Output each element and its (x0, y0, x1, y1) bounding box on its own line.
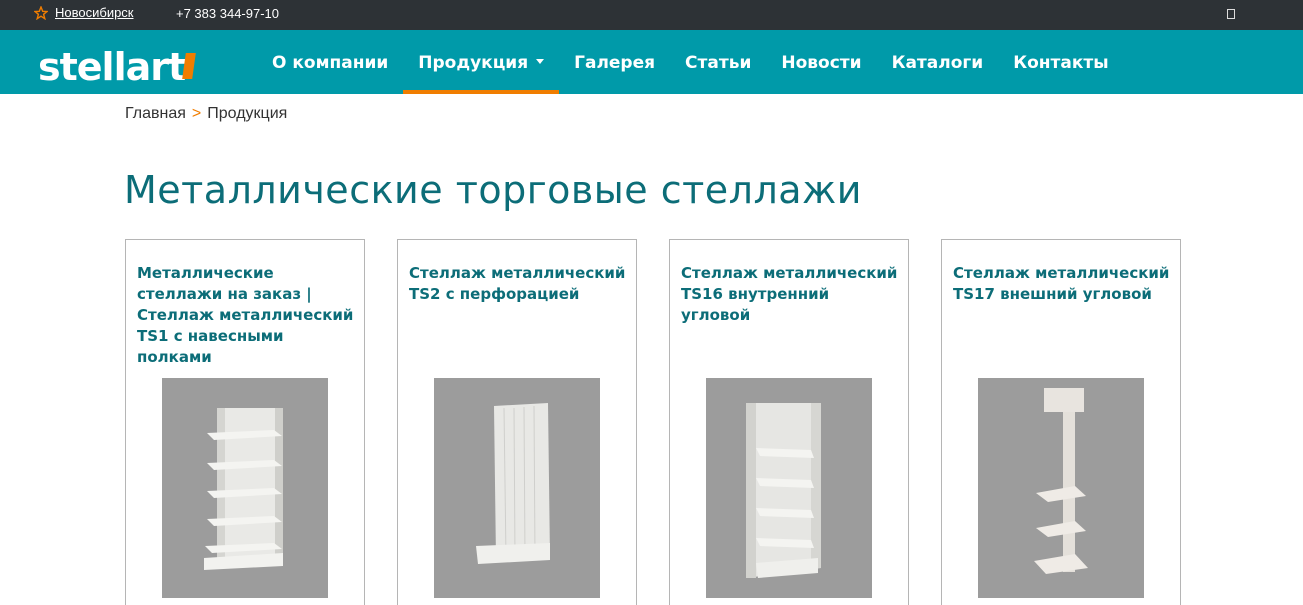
nav-item-label: Контакты (1013, 53, 1109, 73)
product-card[interactable]: Стеллаж металлический TS17 внешний углов… (941, 239, 1181, 605)
star-icon (34, 6, 48, 20)
nav-item-news[interactable]: Новости (766, 30, 876, 94)
nav-item-about[interactable]: О компании (257, 30, 403, 94)
product-title[interactable]: Металлические стеллажи на заказ | Стелла… (137, 263, 355, 368)
breadcrumb-separator: > (191, 105, 202, 122)
nav-item-articles[interactable]: Статьи (670, 30, 766, 94)
logo-text: stellart (38, 45, 186, 89)
nav-item-label: Галерея (574, 53, 656, 73)
breadcrumb-current: Продукция (207, 105, 288, 122)
nav-item-products[interactable]: Продукция (403, 30, 560, 94)
product-image[interactable] (978, 378, 1144, 598)
chevron-down-icon (536, 58, 545, 64)
main-navbar: stellart О компании Продукция Галерея Ст… (0, 30, 1303, 94)
shelf-ts16-icon (706, 378, 872, 598)
main-menu: О компании Продукция Галерея Статьи Ново… (257, 30, 1124, 94)
phone-number[interactable]: +7 383 344-97-10 (176, 6, 279, 21)
shelf-ts2-icon (434, 378, 600, 598)
logo-accent-mark (182, 53, 196, 79)
nav-item-label: Каталоги (891, 53, 984, 73)
product-card[interactable]: Металлические стеллажи на заказ | Стелла… (125, 239, 365, 605)
product-card[interactable]: Стеллаж металлический TS2 с перфорацией (397, 239, 637, 605)
top-bar: Новосибирск +7 383 344-97-10 (0, 0, 1303, 30)
shelf-ts1-icon (162, 378, 328, 598)
nav-item-catalogs[interactable]: Каталоги (877, 30, 999, 94)
product-title[interactable]: Стеллаж металлический TS2 с перфорацией (409, 263, 627, 305)
product-image[interactable] (162, 378, 328, 598)
product-image[interactable] (706, 378, 872, 598)
nav-item-label: Новости (781, 53, 862, 73)
nav-item-label: Статьи (685, 53, 752, 73)
square-icon[interactable] (1227, 9, 1235, 19)
page-title: Металлические торговые стеллажи (124, 168, 862, 212)
logo[interactable]: stellart (38, 47, 198, 87)
product-card[interactable]: Стеллаж металлический TS16 внутренний уг… (669, 239, 909, 605)
product-title[interactable]: Стеллаж металлический TS16 внутренний уг… (681, 263, 899, 326)
nav-item-label: Продукция (418, 53, 529, 73)
shelf-ts17-icon (978, 378, 1144, 598)
product-image[interactable] (434, 378, 600, 598)
breadcrumb: Главная > Продукция (125, 105, 287, 123)
nav-item-contacts[interactable]: Контакты (998, 30, 1123, 94)
nav-item-label: О компании (272, 53, 389, 73)
product-title[interactable]: Стеллаж металлический TS17 внешний углов… (953, 263, 1171, 305)
nav-item-gallery[interactable]: Галерея (559, 30, 670, 94)
breadcrumb-home-link[interactable]: Главная (125, 105, 186, 122)
city-selector-link[interactable]: Новосибирск (55, 5, 134, 20)
